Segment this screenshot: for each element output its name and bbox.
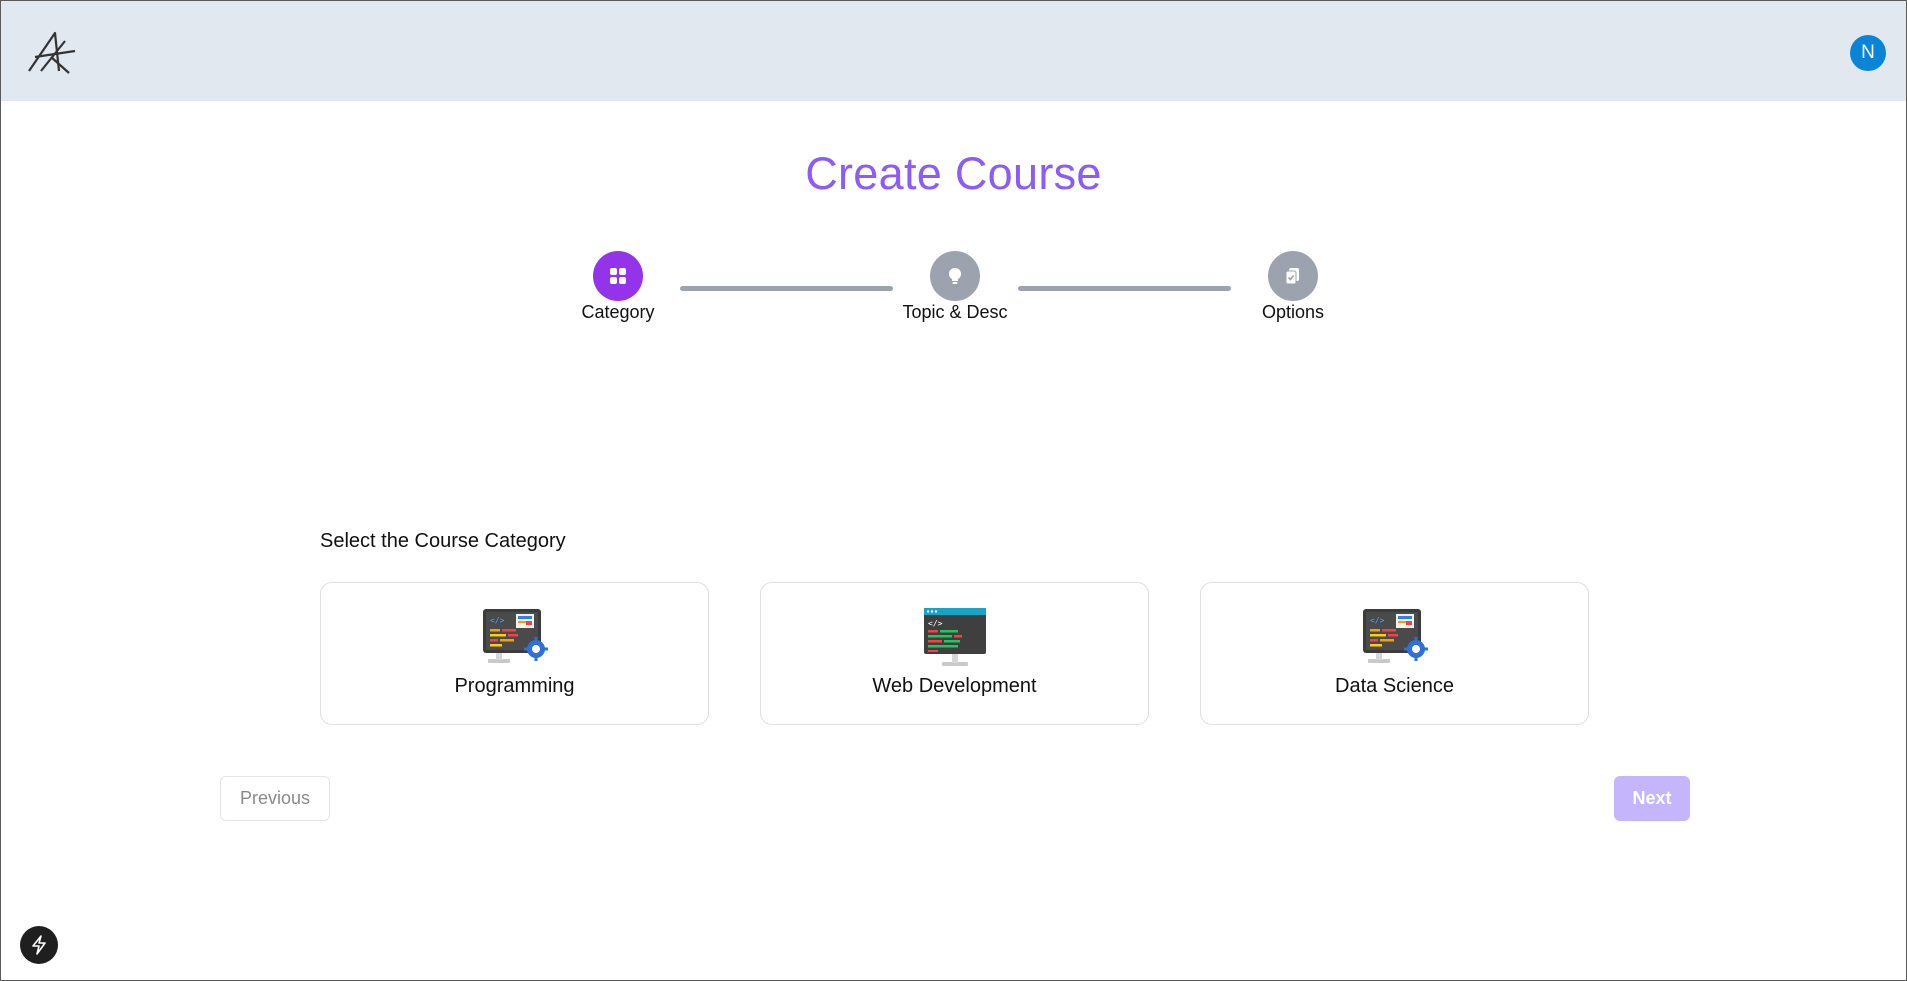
category-card-web-development[interactable]: </> Web Development (760, 582, 1149, 725)
programming-monitor-icon: </> (482, 609, 548, 663)
user-avatar[interactable]: N (1850, 35, 1886, 71)
lightbulb-icon (949, 268, 961, 284)
grid-icon (610, 268, 626, 284)
next-button[interactable]: Next (1614, 776, 1690, 821)
step-topic-label: Topic & Desc (902, 302, 1008, 322)
step-options-label: Options (1261, 302, 1325, 322)
previous-button[interactable]: Previous (220, 776, 330, 821)
svg-text:</>: </> (490, 616, 505, 625)
category-card-data-science[interactable]: </> Data Science (1200, 582, 1589, 725)
category-section-label: Select the Course Category (320, 530, 566, 552)
data-science-monitor-icon: </> (1362, 609, 1428, 663)
lightning-bolt-icon (32, 935, 46, 955)
category-card-label: Web Development (872, 675, 1037, 697)
category-card-label: Programming (454, 675, 575, 697)
svg-text:</>: </> (928, 619, 943, 628)
step-connector-1 (680, 286, 893, 291)
page-title: Create Course (805, 148, 1102, 199)
step-topic-circle[interactable] (930, 251, 980, 301)
quick-action-button[interactable] (20, 926, 58, 964)
svg-text:</>: </> (1370, 616, 1385, 625)
step-options-circle[interactable] (1268, 251, 1318, 301)
category-card-programming[interactable]: </> Programming (320, 582, 709, 725)
step-connector-2 (1018, 286, 1231, 291)
step-category-label: Category (581, 302, 655, 322)
category-card-label: Data Science (1335, 675, 1454, 697)
app-logo-icon[interactable] (25, 27, 77, 75)
web-development-monitor-icon: </> (923, 608, 986, 666)
step-category-circle[interactable] (593, 251, 643, 301)
top-header: N (1, 1, 1906, 101)
clipboard-check-icon (1285, 268, 1299, 285)
